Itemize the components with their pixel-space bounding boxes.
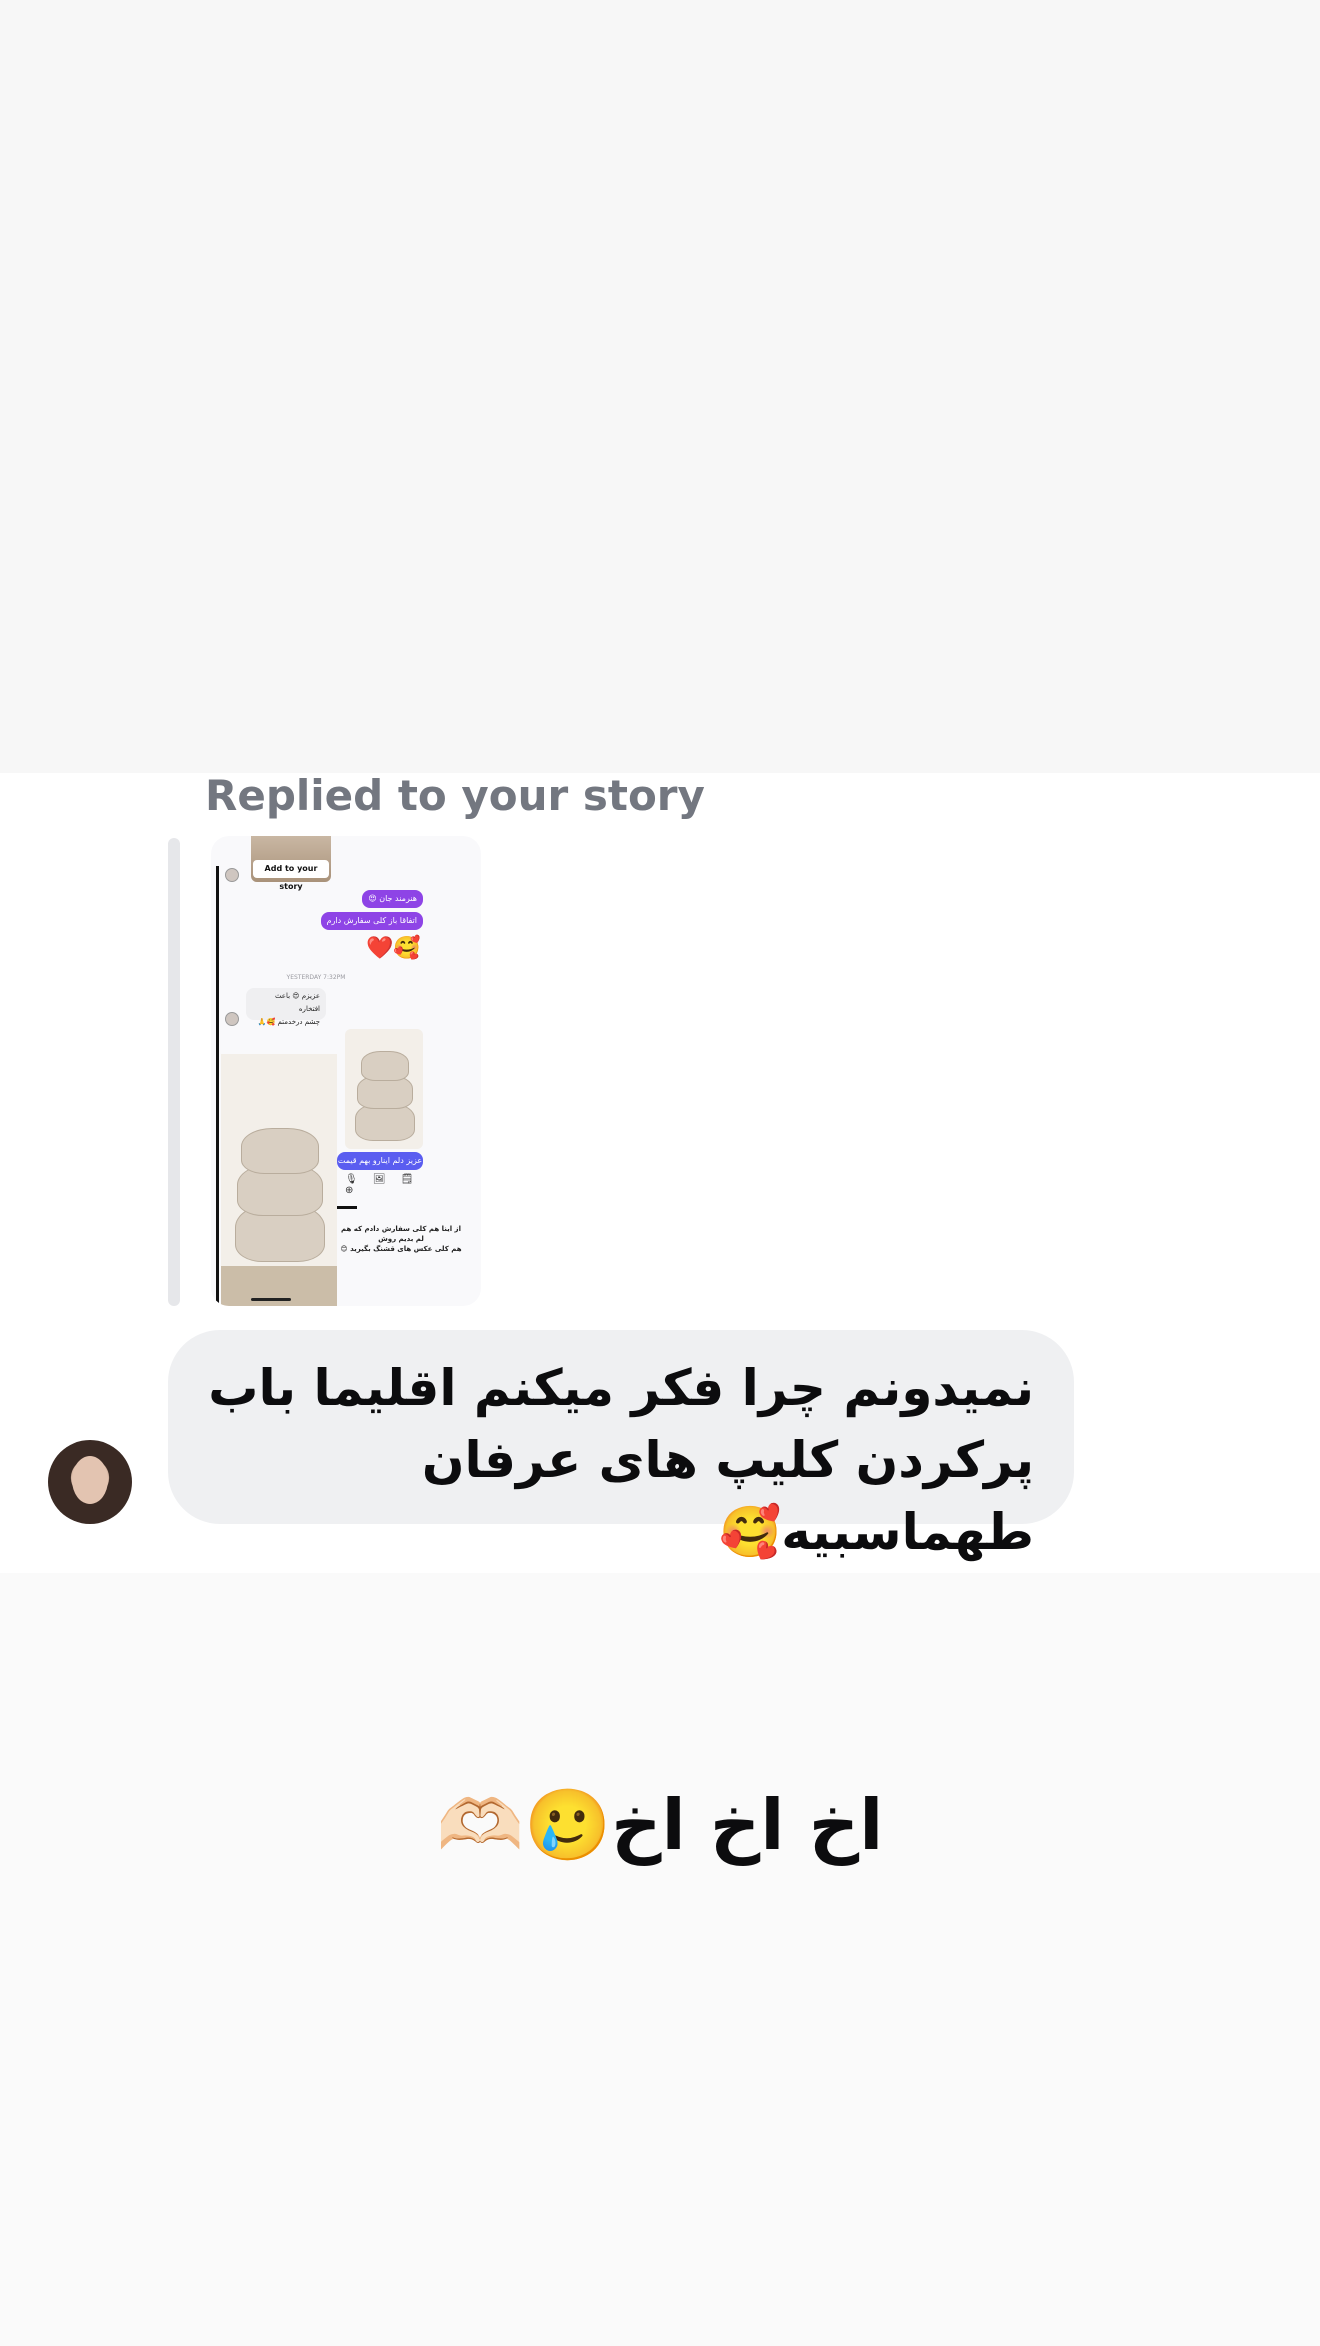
pouf-photo-large	[221, 1054, 337, 1306]
avatar-face	[72, 1456, 108, 1504]
purple-message-bubble: هنرمند جان 😍	[362, 890, 423, 908]
phone-frame-edge	[216, 866, 219, 1306]
blue-message-bubble: عزیز دلم اینارو بهم قیمت	[337, 1152, 423, 1170]
story-background-bottom	[0, 1573, 1320, 2346]
grey-message-bubble: عزیزم 😍 باعث افتخاره چشم درخدمتم 🥰🙏	[246, 988, 326, 1026]
sender-avatar[interactable]	[48, 1440, 132, 1524]
reply-message-bubble[interactable]: نمیدونم چرا فکر میکنم اقلیما باب پرکردن …	[168, 1330, 1074, 1561]
reply-indicator-bar	[168, 838, 180, 1306]
emoji-reaction: ❤️🥰	[366, 936, 421, 961]
timestamp-label: YESTERDAY 7:32PM	[286, 974, 346, 981]
mini-avatar	[225, 868, 239, 882]
story-preview-thumbnail[interactable]: Add to your story هنرمند جان 😍 اتفاقا با…	[211, 836, 481, 1306]
replied-to-story-label: Replied to your story	[205, 771, 705, 820]
mini-avatar	[225, 1012, 239, 1026]
story-background-top	[0, 0, 1320, 773]
add-to-story-pill: Add to your story	[253, 860, 329, 891]
home-indicator	[251, 1298, 291, 1301]
pouf-photo-small	[345, 1029, 423, 1149]
input-toolbar-icons: 🎙 🖼 🗒 ⊕	[345, 1174, 420, 1196]
story-caption-overlay: اخ اخ اخ🥲🫶🏻	[436, 1784, 884, 1866]
story-caption-text: از اینا هم کلی سفارش دادم که هم لم بدیم …	[340, 1225, 462, 1253]
purple-message-bubble: اتفاقا باز کلی سفارش دارم	[320, 912, 423, 930]
divider	[337, 1206, 357, 1209]
reply-message-text: نمیدونم چرا فکر میکنم اقلیما باب پرکردن …	[208, 1359, 1034, 1561]
